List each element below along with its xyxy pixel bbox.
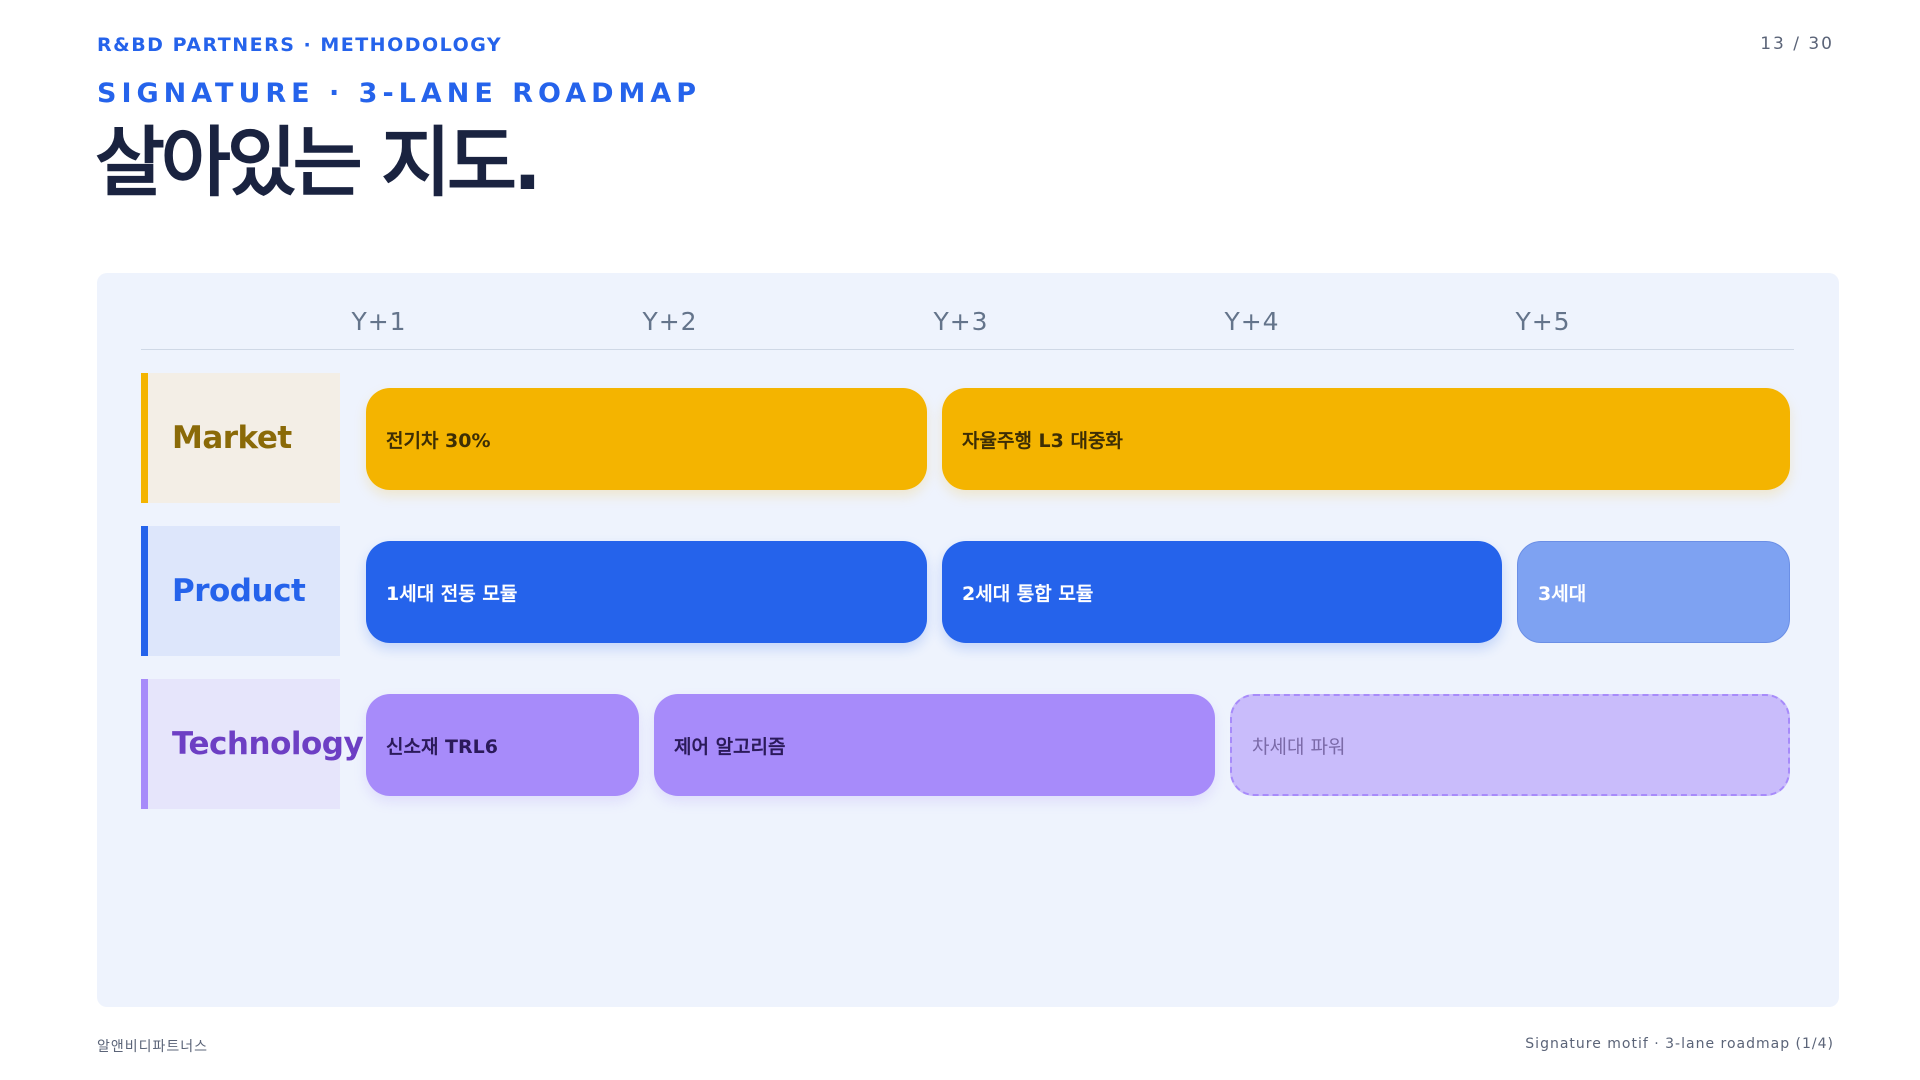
lane-label-technology: Technology	[141, 679, 364, 809]
brand-label: R&BD PARTNERS · METHODOLOGY	[97, 34, 503, 56]
section-subtitle: SIGNATURE · 3-LANE ROADMAP	[97, 78, 702, 109]
page-number: 13 / 30	[1760, 34, 1834, 54]
lane-label-product: Product	[141, 526, 340, 656]
footer-company: 알앤비디파트너스	[97, 1039, 209, 1055]
roadmap-bar-tech-nextgen-power[interactable]: 차세대 파워	[1230, 694, 1790, 796]
year-label-2: Y+2	[642, 307, 698, 336]
roadmap-bar-market-autonomous[interactable]: 자율주행 L3 대중화	[942, 388, 1790, 490]
roadmap-bar-tech-control[interactable]: 제어 알고리즘	[654, 694, 1215, 796]
year-label-5: Y+5	[1515, 307, 1571, 336]
year-label-3: Y+3	[933, 307, 989, 336]
roadmap-bar-product-gen1[interactable]: 1세대 전동 모듈	[366, 541, 927, 643]
page-title: 살아있는 지도.	[95, 118, 542, 207]
footer-caption: Signature motif · 3-lane roadmap (1/4)	[1525, 1036, 1834, 1052]
year-label-4: Y+4	[1224, 307, 1280, 336]
timeline-axis	[141, 349, 1794, 350]
roadmap-bar-product-gen2[interactable]: 2세대 통합 모듈	[942, 541, 1502, 643]
roadmap-panel: Y+1 Y+2 Y+3 Y+4 Y+5 Market 전기차 30% 자율주행 …	[97, 273, 1839, 1007]
year-label-1: Y+1	[351, 307, 407, 336]
lane-label-market: Market	[141, 373, 340, 503]
roadmap-bar-market-ev[interactable]: 전기차 30%	[366, 388, 927, 490]
roadmap-bar-product-gen3[interactable]: 3세대	[1517, 541, 1790, 643]
roadmap-bar-tech-materials[interactable]: 신소재 TRL6	[366, 694, 639, 796]
